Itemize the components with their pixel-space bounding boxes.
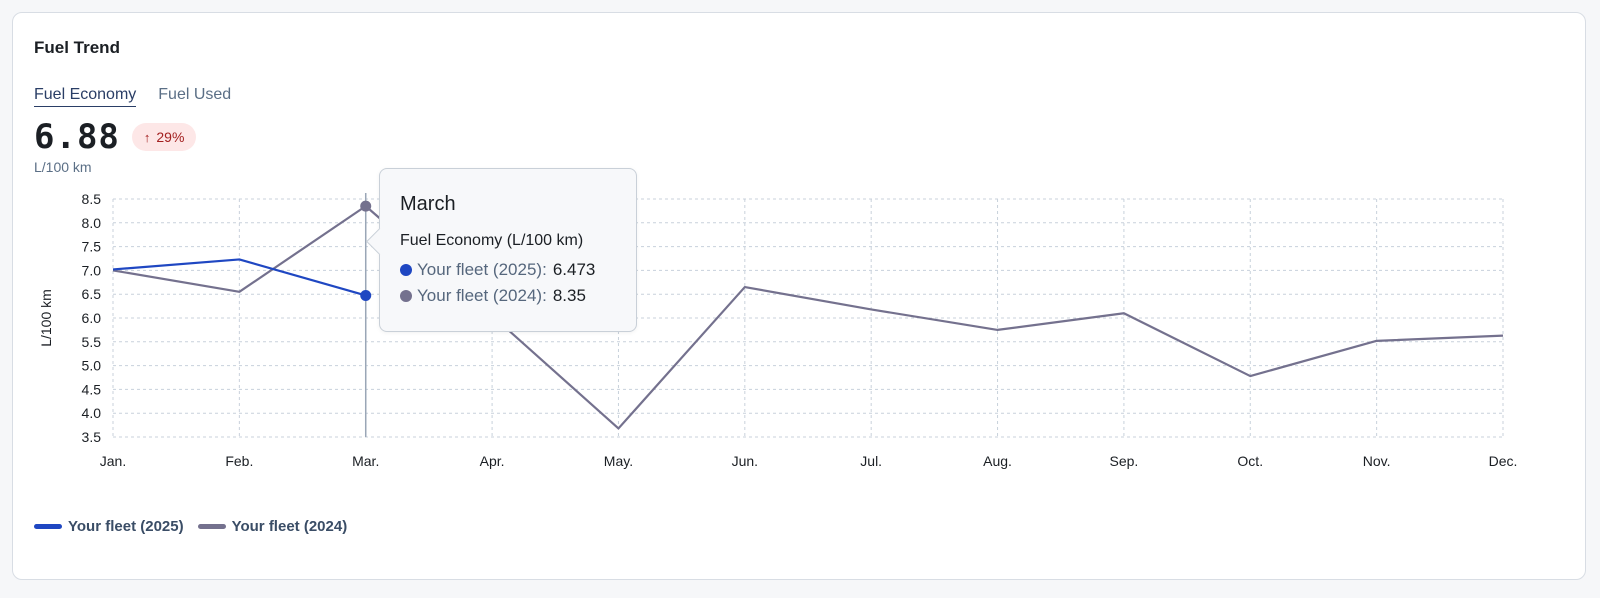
y-tick-label: 5.5 <box>82 334 102 350</box>
tooltip-row-2025: Your fleet (2025): 6.473 <box>400 260 616 280</box>
legend-swatch <box>197 524 226 529</box>
y-tick-label: 8.0 <box>82 215 102 231</box>
chart-legend: Your fleet (2025) Your fleet (2024) <box>34 518 347 535</box>
series-line-2024 <box>112 205 1504 430</box>
x-tick-label: Jul. <box>860 453 882 469</box>
tooltip-row-2024: Your fleet (2024): 8.35 <box>400 286 616 306</box>
y-tick-label: 4.0 <box>82 405 102 421</box>
highlight-point-2025 <box>360 289 372 301</box>
x-tick-label: Dec. <box>1489 453 1518 469</box>
x-tick-label: Mar. <box>352 453 379 469</box>
highlight-point-2024 <box>360 200 372 212</box>
x-tick-label: Feb. <box>225 453 253 469</box>
tooltip-series-name: Your fleet (2025) <box>417 260 543 279</box>
tooltip-month: March <box>400 193 456 215</box>
tooltip-series-name: Your fleet (2024) <box>417 286 543 305</box>
series-2025-dot-icon <box>400 264 412 276</box>
legend-label: Your fleet (2025) <box>68 518 184 535</box>
y-tick-label: 4.5 <box>82 381 102 397</box>
legend-swatch <box>34 524 62 529</box>
tooltip-series-value: 6.473 <box>552 260 596 279</box>
x-tick-label: Jan. <box>100 453 126 469</box>
y-axis-label: L/100 km <box>38 289 54 347</box>
y-tick-label: 5.0 <box>82 358 102 374</box>
x-tick-label: Jun. <box>732 453 758 469</box>
x-tick-label: Oct. <box>1237 453 1263 469</box>
x-tick-label: Nov. <box>1363 453 1391 469</box>
y-tick-label: 7.5 <box>82 239 102 255</box>
y-tick-label: 6.5 <box>82 286 102 302</box>
fuel-trend-card: Fuel Trend Fuel Economy Fuel Used 6.88 ↑… <box>12 12 1586 580</box>
tooltip-series-value: 8.35 <box>552 286 586 305</box>
tooltip-metric: Fuel Economy (L/100 km) <box>400 232 584 249</box>
x-tick-label: Aug. <box>983 453 1012 469</box>
x-tick-label: Apr. <box>480 453 505 469</box>
y-tick-label: 6.0 <box>82 310 102 326</box>
legend-item-2025[interactable]: Your fleet (2025) <box>34 518 184 535</box>
x-tick-label: May. <box>604 453 633 469</box>
x-tick-label: Sep. <box>1110 453 1139 469</box>
chart-tooltip: March Fuel Economy (L/100 km) Your fleet… <box>379 168 637 332</box>
series-2024-dot-icon <box>400 290 412 302</box>
legend-label: Your fleet (2024) <box>231 518 348 535</box>
legend-item-2024[interactable]: Your fleet (2024) <box>197 518 348 535</box>
y-tick-label: 8.5 <box>82 191 102 207</box>
y-tick-label: 3.5 <box>82 429 102 445</box>
y-tick-label: 7.0 <box>82 262 102 278</box>
fuel-economy-chart: 8.5 8.0 7.5 7.0 6.5 6.0 5.5 5.0 4.5 4.0 3.5 Jan. Feb… <box>38 191 1518 469</box>
